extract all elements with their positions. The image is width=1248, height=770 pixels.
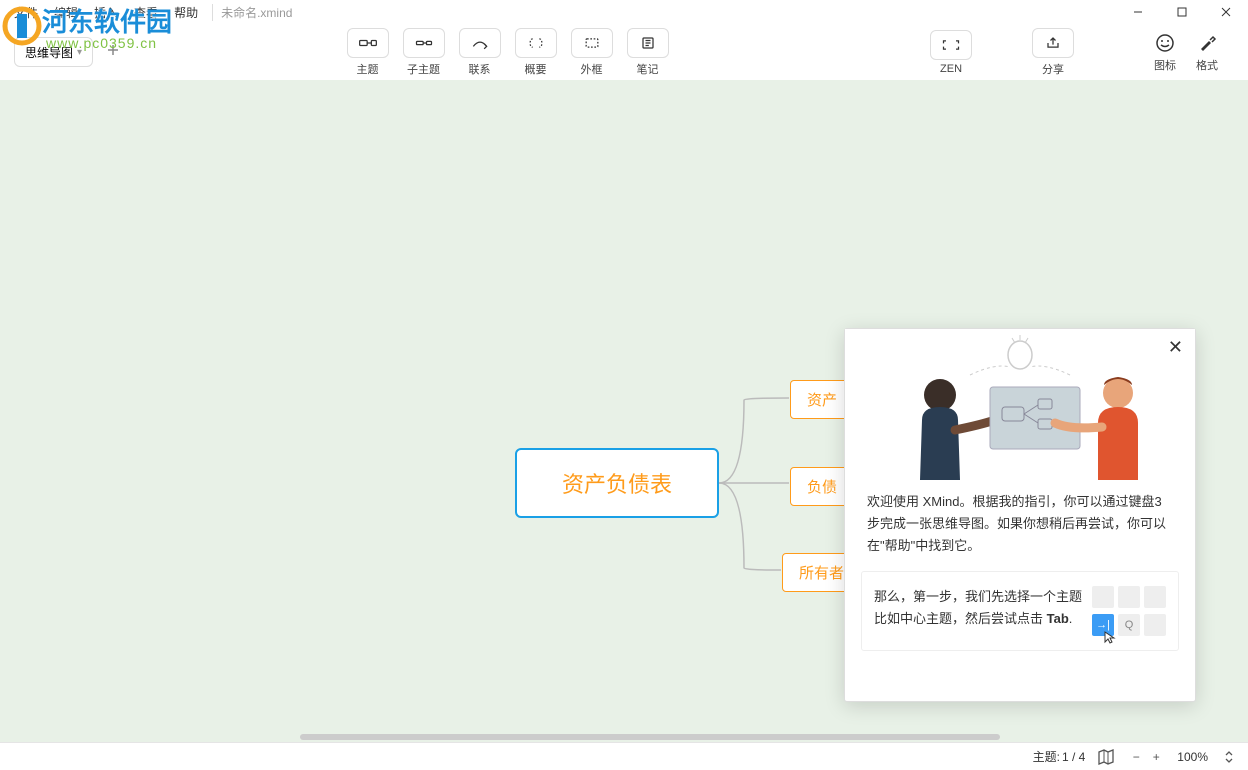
boundary-icon — [582, 35, 602, 51]
tab-mindmap[interactable]: 思维导图 ▾ — [14, 37, 93, 67]
keycap-q: Q — [1118, 614, 1140, 636]
popup-illustration — [845, 329, 1195, 485]
horizontal-scrollbar[interactable] — [0, 732, 1236, 742]
relation-label: 联系 — [469, 61, 491, 77]
summary-icon — [526, 35, 546, 51]
popup-step-box: 那么，第一步，我们先选择一个主题比如中心主题，然后尝试点击 Tab. →| Q — [861, 571, 1179, 651]
step-key: Tab — [1047, 611, 1069, 626]
zoom-menu-button[interactable] — [1220, 748, 1238, 766]
relation-icon — [470, 35, 490, 51]
horizontal-scrollbar-thumb[interactable] — [300, 734, 1000, 740]
share-icon — [1043, 35, 1063, 51]
topic-button[interactable]: 主题 — [347, 28, 389, 77]
popup-step-text: 那么，第一步，我们先选择一个主题比如中心主题，然后尝试点击 Tab. — [874, 586, 1082, 630]
window-maximize-button[interactable] — [1160, 0, 1204, 24]
format-button[interactable]: 格式 — [1196, 32, 1218, 73]
menu-help[interactable]: 帮助 — [166, 4, 206, 21]
paintbrush-icon — [1196, 32, 1218, 54]
boundary-label: 外框 — [581, 61, 603, 77]
popup-intro-text: 欢迎使用 XMind。根据我的指引，你可以通过键盘3步完成一张思维导图。如果你想… — [845, 485, 1195, 571]
add-tab-button[interactable] — [101, 38, 125, 67]
topic-label: 主题 — [357, 61, 379, 77]
toolbar: 思维导图 ▾ 主题 子主题 联系 概要 外框 笔记 — [0, 24, 1248, 80]
popup-close-button[interactable]: ✕ — [1168, 337, 1183, 358]
smiley-icon — [1154, 32, 1176, 54]
notes-label: 笔记 — [637, 61, 659, 77]
subtopic-icon — [414, 35, 434, 51]
icon-label: 图标 — [1154, 57, 1176, 73]
window-minimize-button[interactable] — [1116, 0, 1160, 24]
format-label: 格式 — [1196, 57, 1218, 73]
zen-icon — [941, 37, 961, 53]
keycap-placeholder-2 — [1118, 586, 1140, 608]
menu-view[interactable]: 查看 — [126, 4, 166, 21]
tab-mindmap-label: 思维导图 — [25, 44, 73, 61]
keycap-placeholder-4 — [1144, 614, 1166, 636]
topic-count: 主题: 1 / 4 — [1033, 748, 1086, 765]
share-button[interactable]: 分享 — [1032, 28, 1074, 77]
zen-button[interactable]: ZEN — [930, 30, 972, 75]
subtopic-button[interactable]: 子主题 — [403, 28, 445, 77]
statusbar: 主题: 1 / 4 − + 100% — [0, 742, 1248, 770]
zoom-level[interactable]: 100% — [1177, 750, 1208, 764]
summary-button[interactable]: 概要 — [515, 28, 557, 77]
zoom-out-button[interactable]: − — [1127, 748, 1145, 766]
topic-count-label: 主题: — [1033, 748, 1060, 765]
summary-label: 概要 — [525, 61, 547, 77]
share-label: 分享 — [1042, 61, 1064, 77]
map-icon[interactable] — [1097, 749, 1115, 765]
notes-button[interactable]: 笔记 — [627, 28, 669, 77]
zoom-in-button[interactable]: + — [1147, 748, 1165, 766]
chevron-down-icon: ▾ — [77, 47, 82, 58]
cursor-icon — [1103, 630, 1117, 644]
zen-label: ZEN — [940, 63, 962, 75]
menu-file[interactable]: 文件 — [6, 4, 46, 21]
topic-icon — [358, 35, 378, 51]
boundary-button[interactable]: 外框 — [571, 28, 613, 77]
menu-insert[interactable]: 插入 — [86, 4, 126, 21]
emoji-icon-button[interactable]: 图标 — [1154, 32, 1176, 73]
onboarding-popup: ✕ 欢迎使用 XMind。根据我的指引，你可以通过键盘3步完成一张思维导图。如果… — [844, 328, 1196, 702]
keycap-placeholder-3 — [1144, 586, 1166, 608]
keycap-placeholder-1 — [1092, 586, 1114, 608]
subtopic-label: 子主题 — [407, 61, 440, 77]
window-close-button[interactable] — [1204, 0, 1248, 24]
menu-edit[interactable]: 编辑 — [46, 4, 86, 21]
relation-button[interactable]: 联系 — [459, 28, 501, 77]
filename-label: 未命名.xmind — [212, 4, 292, 21]
menubar: 文件 编辑 插入 查看 帮助 未命名.xmind — [0, 0, 1248, 24]
central-topic[interactable]: 资产负债表 — [515, 448, 719, 518]
topic-count-value: 1 / 4 — [1062, 750, 1085, 764]
keycap-tab: →| — [1092, 614, 1114, 636]
step-suffix: . — [1069, 611, 1073, 626]
notes-icon — [638, 35, 658, 51]
